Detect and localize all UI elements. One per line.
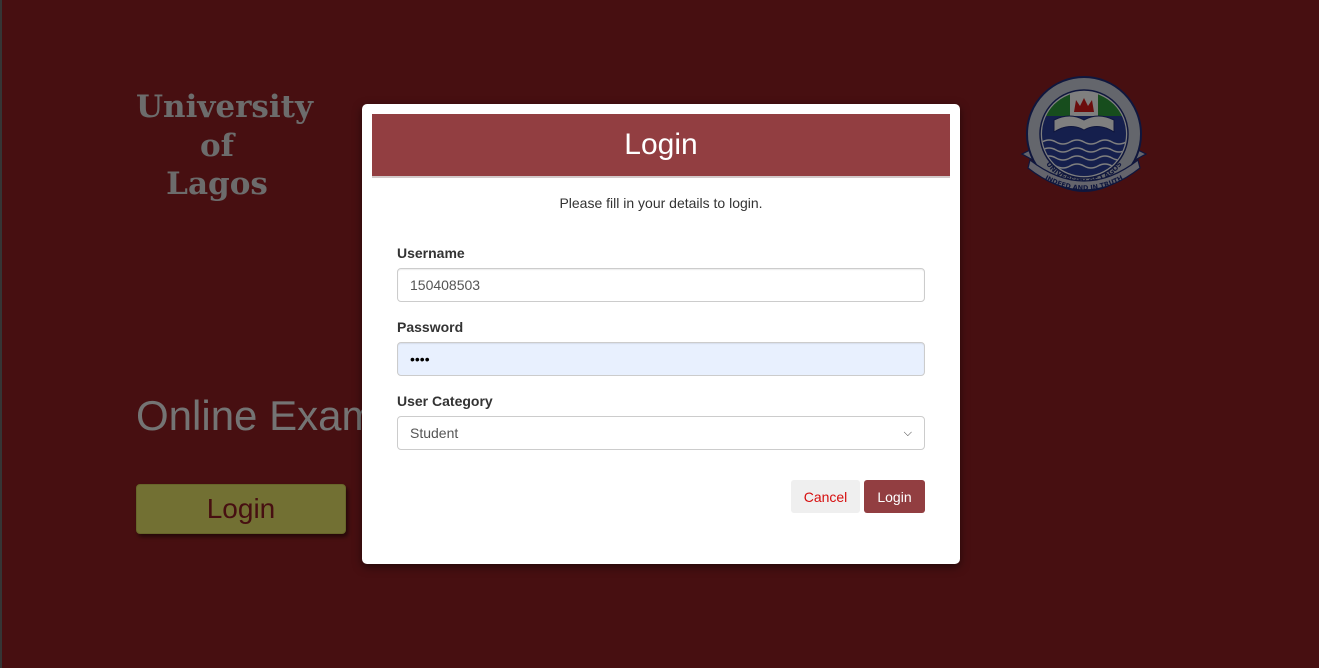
user-category-label: User Category <box>397 393 493 409</box>
modal-title: Login <box>624 128 698 161</box>
login-button[interactable]: Login <box>864 480 925 513</box>
username-label: Username <box>397 245 465 261</box>
password-input[interactable] <box>397 342 925 376</box>
chevron-down-icon: ⌵ <box>903 426 912 439</box>
username-input[interactable] <box>397 268 925 302</box>
modal-header: Login <box>372 114 950 178</box>
password-label: Password <box>397 319 464 335</box>
modal-instructions: Please fill in your details to login. <box>559 195 763 211</box>
login-modal: Login Please fill in your details to log… <box>362 104 960 564</box>
user-category-selected: Student <box>410 425 459 441</box>
cancel-button[interactable]: Cancel <box>791 480 860 513</box>
user-category-select[interactable]: Student ⌵ <box>397 416 925 450</box>
